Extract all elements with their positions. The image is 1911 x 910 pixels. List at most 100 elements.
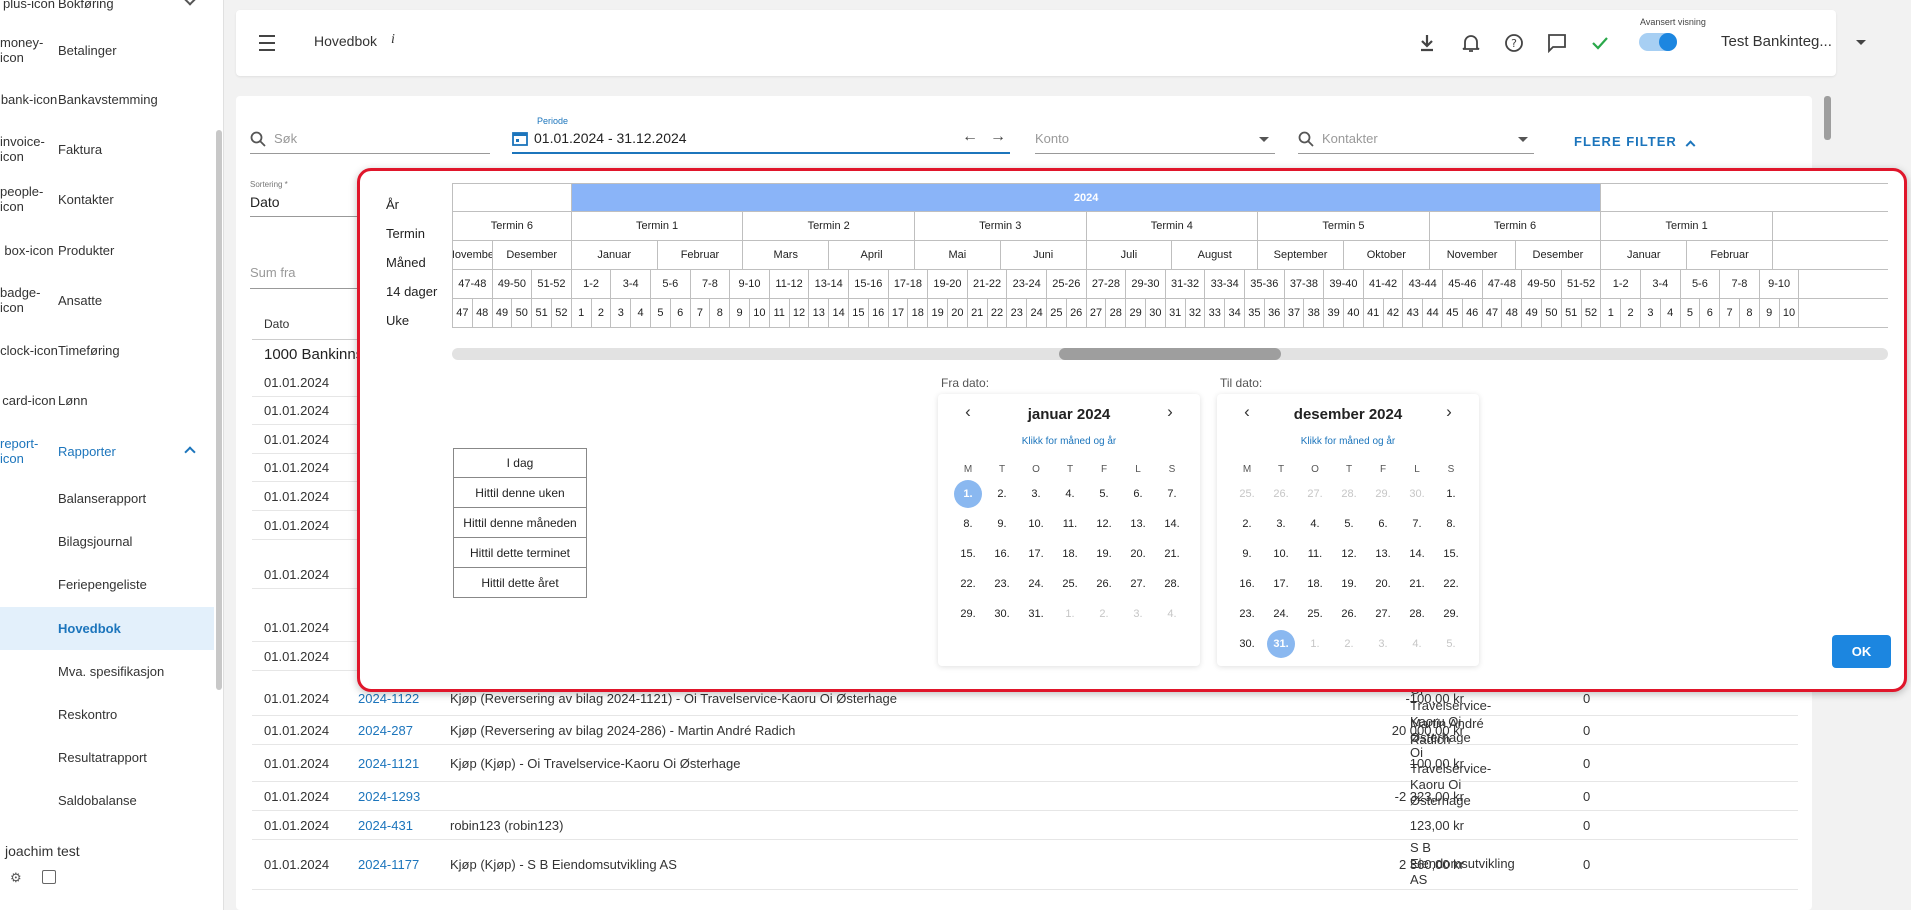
week-cell[interactable]: 50 (511, 299, 532, 328)
contacts-field[interactable]: Kontakter (1298, 124, 1534, 154)
table-row[interactable]: 01.01.2024 2024-1121 Kjøp (Kjøp) - Oi Trav… (252, 745, 1798, 808)
table-row-partial[interactable]: 01.01.2024 (252, 397, 362, 425)
fortnight-cell[interactable]: 15-16 (848, 270, 888, 299)
fortnight-cell[interactable]: 27-28 (1085, 270, 1126, 299)
fortnight-cell[interactable]: 7-8 (1719, 270, 1759, 299)
day-cell[interactable]: 2. (1335, 630, 1363, 658)
week-cell[interactable]: 52 (1580, 299, 1601, 328)
week-cell[interactable]: 23 (1006, 299, 1027, 328)
week-cell[interactable]: 14 (828, 299, 848, 328)
sidebar-item-9[interactable]: report-icon Rapporter (0, 426, 214, 476)
quick-select-button[interactable]: Hittil denne måneden (453, 508, 587, 538)
sidebar-scrollbar[interactable] (216, 130, 222, 690)
sidebar-item-8[interactable]: card-icon Lønn (0, 375, 214, 425)
week-cell[interactable]: 21 (966, 299, 987, 328)
search-input[interactable]: Søk (274, 131, 297, 146)
day-cell[interactable]: 24. (1267, 600, 1295, 628)
sum-from-input[interactable]: Sum fra (250, 265, 296, 280)
week-cell[interactable]: 13 (808, 299, 829, 328)
fortnight-cell[interactable]: 3-4 (610, 270, 650, 299)
date-column-header[interactable]: Dato (264, 317, 289, 331)
sidebar-item-6[interactable]: badge-icon Ansatte (0, 275, 214, 325)
day-cell[interactable]: 25. (1056, 570, 1084, 598)
week-cell[interactable]: 39 (1323, 299, 1343, 328)
check-icon[interactable] (1589, 32, 1611, 54)
day-cell[interactable]: 22. (954, 570, 982, 598)
sidebar-item-0[interactable]: plus-icon Bokføring (0, 0, 214, 28)
month-cell[interactable]: April (828, 241, 914, 270)
week-cell[interactable]: 28 (1105, 299, 1126, 328)
week-cell[interactable]: 8 (709, 299, 730, 328)
day-cell[interactable]: 28. (1335, 480, 1363, 508)
table-row-partial[interactable]: 01.01.2024 (252, 426, 362, 454)
week-cell[interactable]: 6 (1699, 299, 1720, 328)
term-cell[interactable]: Termin 6 (1428, 212, 1601, 241)
week-cell[interactable]: 24 (1026, 299, 1046, 328)
day-cell[interactable]: 7. (1403, 510, 1431, 538)
week-cell[interactable]: 9 (729, 299, 749, 328)
day-cell[interactable]: 20. (1124, 540, 1152, 568)
day-cell[interactable]: 26. (1090, 570, 1118, 598)
week-cell[interactable]: 15 (848, 299, 868, 328)
day-cell[interactable]: 3. (1124, 600, 1152, 628)
fortnight-cell[interactable]: 5-6 (1679, 270, 1720, 299)
table-row-partial[interactable]: 01.01.2024 (252, 369, 362, 397)
fortnight-cell[interactable]: 5-6 (650, 270, 690, 299)
fortnight-cell[interactable]: 1-2 (1600, 270, 1640, 299)
row-voucher-link[interactable]: 2024-431 (358, 818, 413, 833)
chevron-down-icon[interactable] (1518, 137, 1528, 142)
month-cell[interactable]: Mai (913, 241, 1000, 270)
sidebar-subitem-0[interactable]: Balanserapport (0, 477, 214, 520)
week-cell[interactable]: 49 (491, 299, 512, 328)
fortnight-cell[interactable]: 3-4 (1640, 270, 1680, 299)
period-input[interactable]: 01.01.2024 - 31.12.2024 (534, 130, 687, 146)
fortnight-cell[interactable]: 37-38 (1283, 270, 1324, 299)
week-cell[interactable]: 38 (1303, 299, 1324, 328)
week-cell[interactable]: 7 (689, 299, 710, 328)
fortnight-cell[interactable] (1798, 270, 1888, 299)
day-cell[interactable]: 19. (1090, 540, 1118, 568)
day-cell[interactable]: 5. (1437, 630, 1465, 658)
fortnight-cell[interactable]: 23-24 (1006, 270, 1046, 299)
week-cell[interactable]: 5 (650, 299, 670, 328)
month-cell[interactable] (1771, 241, 1888, 270)
week-cell[interactable]: 8 (1739, 299, 1759, 328)
day-cell[interactable]: 1. (1301, 630, 1329, 658)
day-cell[interactable]: 14. (1158, 510, 1186, 538)
day-cell[interactable]: 6. (1124, 480, 1152, 508)
sidebar-item-2[interactable]: bank-icon Bankavstemming (0, 74, 214, 124)
week-cell[interactable]: 52 (551, 299, 571, 328)
week-cell[interactable]: 6 (669, 299, 690, 328)
week-cell[interactable]: 32 (1184, 299, 1205, 328)
fortnight-cell[interactable]: 49-50 (491, 270, 532, 299)
fortnight-cell[interactable]: 13-14 (808, 270, 848, 299)
chevron-down-icon[interactable] (1856, 40, 1866, 45)
fortnight-cell[interactable]: 49-50 (1521, 270, 1561, 299)
day-cell[interactable]: 16. (1233, 570, 1261, 598)
week-cell[interactable]: 40 (1343, 299, 1363, 328)
day-cell[interactable]: 3. (1267, 510, 1295, 538)
contacts-input[interactable]: Kontakter (1322, 131, 1378, 146)
week-cell[interactable]: 36 (1263, 299, 1284, 328)
sidebar-subitem-2[interactable]: Feriepengeliste (0, 563, 214, 606)
week-cell[interactable]: 3 (1640, 299, 1660, 328)
fortnight-cell[interactable]: 45-46 (1442, 270, 1482, 299)
help-icon[interactable]: ? (1503, 32, 1525, 54)
chevron-down-icon[interactable] (1259, 137, 1269, 142)
day-cell[interactable]: 15. (954, 540, 982, 568)
fortnight-cell[interactable]: 39-40 (1323, 270, 1363, 299)
ok-button[interactable]: OK (1832, 635, 1891, 668)
month-year-hint[interactable]: Klikk for måned og år (1217, 436, 1479, 447)
search-field[interactable]: Søk (250, 124, 490, 154)
day-cell[interactable]: 13. (1124, 510, 1152, 538)
week-cell[interactable]: 50 (1541, 299, 1561, 328)
week-cell[interactable]: 47 (452, 299, 472, 328)
month-cell[interactable]: August (1171, 241, 1258, 270)
table-row[interactable]: 01.01.2024 2024-431 robin123 (robin123) 0 12… (252, 812, 1798, 840)
info-icon[interactable]: i (391, 32, 395, 48)
term-cell[interactable]: Termin 3 (913, 212, 1086, 241)
day-cell[interactable]: 3. (1022, 480, 1050, 508)
day-cell[interactable]: 28. (1158, 570, 1186, 598)
day-cell[interactable]: 31. (1022, 600, 1050, 628)
day-cell[interactable]: 10. (1022, 510, 1050, 538)
